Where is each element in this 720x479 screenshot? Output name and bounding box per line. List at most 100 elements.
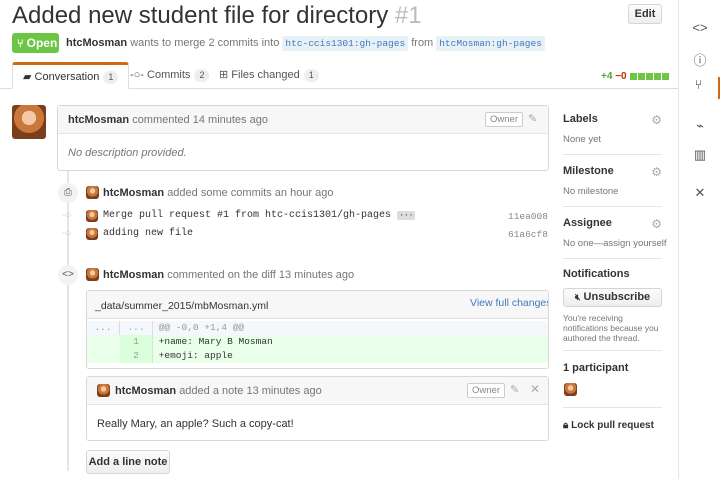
code-icon[interactable]: <>: [679, 20, 720, 35]
line-number-new[interactable]: 2: [120, 349, 153, 363]
tab-counter: 1: [303, 69, 319, 82]
gear-icon[interactable]: ⚙: [651, 165, 662, 179]
comment-box: htcMosman commented 14 minutes ago Owner…: [57, 105, 549, 171]
commit-sha[interactable]: 61a6cf8: [508, 229, 548, 240]
tab-label: Commits: [147, 69, 191, 81]
head-branch: htcMosman:gh-pages: [436, 36, 545, 51]
issues-icon[interactable]: ⓘ: [679, 50, 720, 69]
avatar-small[interactable]: [86, 268, 99, 281]
tab-label: Files changed: [231, 69, 300, 81]
tab-counter: 1: [103, 71, 119, 84]
unsubscribe-label: Unsubscribe: [583, 291, 651, 303]
base-branch: htc-ccis1301:gh-pages: [282, 36, 409, 51]
assignee-value[interactable]: No one—assign yourself: [563, 238, 667, 249]
mute-icon: 🔇︎: [574, 292, 581, 302]
milestone-section: Milestone ⚙ No milestone: [563, 165, 662, 207]
diff-box: _data/summer_2015/mbMosman.yml View full…: [86, 290, 549, 369]
assignee-title: Assignee: [563, 217, 612, 229]
state-label: Open: [26, 36, 58, 50]
comment-action: commented: [132, 114, 190, 126]
pr-title: Added new student file for directory: [12, 2, 389, 29]
note-header: htcMosman added a note 13 minutes ago Ow…: [87, 377, 548, 405]
close-icon[interactable]: ✕: [530, 382, 540, 396]
tab-label: Conversation: [34, 71, 100, 83]
tab-counter: 2: [194, 69, 210, 82]
participant-avatar[interactable]: [564, 383, 577, 396]
graphs-icon[interactable]: ▥: [679, 147, 720, 163]
commit-message[interactable]: Merge pull request #1 from htc-ccis1301/…: [103, 210, 391, 221]
owner-badge: Owner: [485, 112, 523, 127]
expand-button[interactable]: ···: [397, 211, 416, 220]
pulse-icon[interactable]: ⌁: [679, 118, 720, 134]
comment-author[interactable]: htcMosman: [68, 114, 129, 126]
pull-request-icon: ⑂: [17, 38, 24, 50]
notifications-note: You're receiving notifications because y…: [563, 313, 659, 343]
page-title: Added new student file for directory #1: [12, 2, 422, 30]
milestone-value: No milestone: [563, 186, 619, 197]
event-author[interactable]: htcMosman: [103, 269, 164, 281]
settings-icon[interactable]: ✕: [679, 185, 720, 201]
avatar-small[interactable]: [97, 384, 110, 397]
lock-pull-request-link[interactable]: 🔒︎ Lock pull request: [563, 420, 654, 431]
diff-line-text: +emoji: apple: [158, 350, 233, 361]
tab-files-changed[interactable]: ⊞ Files changed 1: [219, 62, 319, 89]
diffstat: +4 −0: [601, 71, 670, 82]
edit-button[interactable]: Edit: [628, 4, 662, 24]
diffstat-block: [646, 72, 654, 80]
commit-dot-icon: -○: [62, 210, 72, 221]
avatar-small: [86, 228, 98, 240]
pencil-icon[interactable]: ✎: [528, 112, 537, 125]
repo-push-icon: ⎙: [58, 183, 78, 203]
diffstat-block: [662, 72, 670, 80]
commit-message[interactable]: adding new file: [103, 228, 193, 239]
avatar[interactable]: [12, 105, 46, 139]
gear-icon[interactable]: ⚙: [651, 113, 662, 127]
pencil-icon[interactable]: ✎: [510, 383, 519, 396]
diff-event-text: htcMosman commented on the diff 13 minut…: [103, 269, 354, 281]
diff-file-header: _data/summer_2015/mbMosman.yml View full…: [87, 291, 548, 319]
comment-meta: htcMosman commented 14 minutes ago: [68, 114, 268, 126]
labels-section: Labels ⚙ None yet: [563, 113, 662, 155]
from-text: from: [411, 37, 434, 49]
diff-line[interactable]: 1 +name: Mary B Mosman: [87, 335, 548, 349]
gear-icon[interactable]: ⚙: [651, 217, 662, 231]
note-meta: htcMosman added a note 13 minutes ago: [115, 385, 322, 397]
tab-conversation[interactable]: ▰ Conversation 1: [12, 62, 130, 89]
event-text: commented on the diff 13 minutes ago: [167, 269, 355, 281]
deletions-count: −0: [615, 71, 627, 82]
participants-section: 1 participant: [563, 362, 662, 408]
unsubscribe-button[interactable]: 🔇︎ Unsubscribe: [563, 288, 662, 307]
event-author[interactable]: htcMosman: [103, 187, 164, 199]
line-number-new[interactable]: 1: [120, 335, 153, 349]
avatar-small: [86, 210, 98, 222]
add-line-note-button[interactable]: Add a line note: [86, 450, 170, 474]
code-icon: <>: [58, 265, 78, 285]
view-full-changes-link[interactable]: View full changes: [470, 297, 548, 309]
file-path[interactable]: _data/summer_2015/mbMosman.yml: [95, 300, 268, 312]
commit-sha[interactable]: 11ea008: [508, 211, 548, 222]
notifications-title: Notifications: [563, 268, 630, 280]
hunk-text: @@ -0,0 +1,4 @@: [158, 322, 245, 333]
diff-line[interactable]: 2 +emoji: apple: [87, 349, 548, 363]
author-link[interactable]: htcMosman: [66, 37, 127, 49]
commit-icon: -○-: [130, 69, 144, 81]
comment-time[interactable]: 14 minutes ago: [193, 114, 268, 126]
diffstat-block: [638, 72, 646, 80]
line-number-new: ...: [120, 321, 153, 335]
pr-number: #1: [394, 2, 422, 29]
pull-requests-icon[interactable]: ⑂: [679, 77, 720, 99]
assignee-section: Assignee ⚙ No one—assign yourself: [563, 217, 667, 259]
notifications-section: Notifications 🔇︎ Unsubscribe You're rece…: [563, 268, 662, 351]
file-diff-icon: ⊞: [219, 69, 229, 81]
avatar-small[interactable]: [86, 186, 99, 199]
comment-header: htcMosman commented 14 minutes ago Owner…: [58, 106, 548, 134]
participants-title: 1 participant: [563, 362, 629, 374]
labels-value: None yet: [563, 134, 602, 145]
tab-commits[interactable]: -○- Commits 2: [130, 62, 210, 89]
line-note-box: htcMosman added a note 13 minutes ago Ow…: [86, 376, 549, 441]
additions-count: +4: [601, 71, 613, 82]
comment-body: No description provided.: [68, 147, 187, 159]
pr-meta: htcMosman wants to merge 2 commits into …: [66, 36, 545, 51]
note-author[interactable]: htcMosman: [115, 385, 176, 397]
commits-event-text: htcMosman added some commits an hour ago: [103, 187, 334, 199]
